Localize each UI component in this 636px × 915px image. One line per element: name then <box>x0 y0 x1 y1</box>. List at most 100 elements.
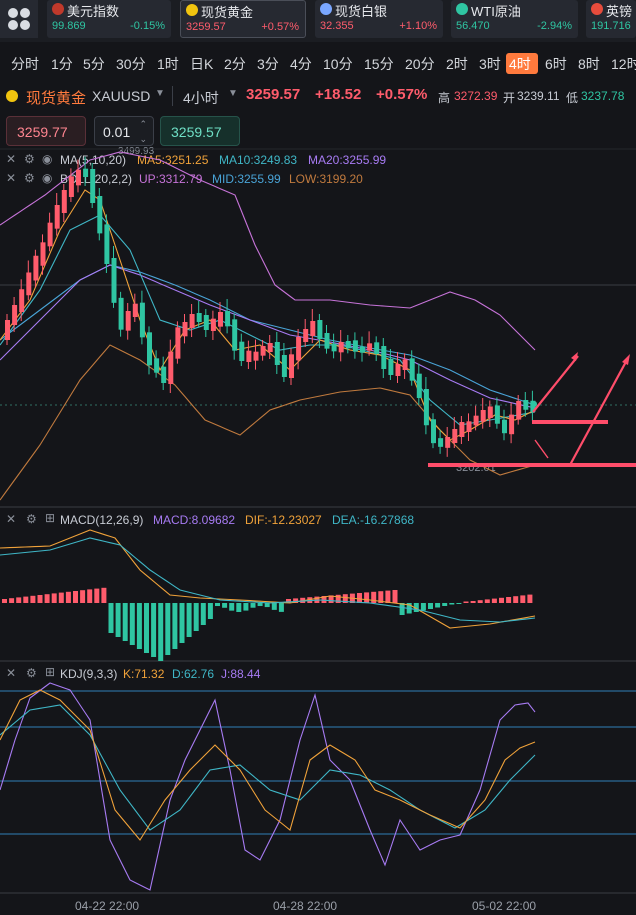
candle-body <box>402 359 408 370</box>
macd-histogram-bar <box>271 603 277 610</box>
candle-body <box>232 319 238 351</box>
macd-histogram-bar <box>58 592 64 603</box>
kdj-k-line <box>0 689 536 841</box>
macd-histogram-bar <box>215 603 220 607</box>
candle-body <box>203 315 209 330</box>
candle-body <box>47 222 53 247</box>
candle-body <box>509 414 515 435</box>
candle-body <box>452 429 458 443</box>
macd-histogram-bar <box>335 594 341 603</box>
candle-body <box>111 258 117 303</box>
macd-histogram-bar <box>456 603 462 604</box>
macd-histogram-bar <box>250 603 256 608</box>
macd-histogram-bar <box>278 603 284 612</box>
candle-body <box>118 297 124 330</box>
candle-body <box>26 272 32 296</box>
candle-body <box>494 405 500 424</box>
candle-body <box>338 342 344 353</box>
candle-body <box>168 351 174 384</box>
candle-body <box>345 341 351 349</box>
candle-body <box>267 343 273 352</box>
candle-body <box>438 438 444 447</box>
chart-canvas[interactable] <box>0 0 636 915</box>
macd-histogram-bar <box>499 597 504 603</box>
candle-body <box>97 196 103 234</box>
candle-body <box>83 168 89 177</box>
macd-histogram-bar <box>65 591 71 603</box>
candle-body <box>431 419 436 444</box>
candle-body <box>274 342 280 365</box>
macd-histogram-bar <box>144 603 149 653</box>
macd-histogram-bar <box>357 593 362 603</box>
macd-histogram-bar <box>207 603 213 619</box>
candle-body <box>218 312 223 327</box>
candle-body <box>409 358 415 381</box>
candle-body <box>68 176 74 197</box>
macd-histogram-bar <box>87 589 93 603</box>
macd-dea-line <box>0 537 536 623</box>
up-arrow-1-head-icon <box>571 352 578 361</box>
candle-body <box>296 337 302 361</box>
candle-body <box>175 327 181 359</box>
candle-body <box>76 169 81 186</box>
macd-histogram-bar <box>101 587 107 603</box>
macd-histogram-bar <box>108 603 114 633</box>
macd-histogram-bar <box>80 590 86 603</box>
candle-body <box>388 359 394 375</box>
macd-histogram-bar <box>23 596 29 603</box>
candle-body <box>260 346 266 356</box>
candle-body <box>317 320 323 339</box>
macd-histogram-bar <box>236 603 242 612</box>
kdj-j-line <box>0 682 536 891</box>
candle-body <box>154 358 160 373</box>
macd-histogram-bar <box>9 598 15 603</box>
candle-body <box>360 346 365 353</box>
candle-body <box>33 255 39 281</box>
macd-histogram-bar <box>257 603 263 607</box>
candle-body <box>487 406 493 418</box>
candle-body <box>125 311 131 331</box>
candle-body <box>253 351 259 361</box>
macd-histogram-bar <box>129 603 135 645</box>
macd-histogram-bar <box>151 603 157 657</box>
candle-body <box>54 205 60 229</box>
candle-body <box>310 321 316 336</box>
candle-body <box>331 343 337 352</box>
macd-histogram-bar <box>16 597 22 603</box>
candle-body <box>196 313 202 322</box>
macd-histogram-bar <box>94 588 100 603</box>
candle-body <box>239 341 245 361</box>
macd-histogram-bar <box>186 603 192 637</box>
candle-body <box>139 302 145 338</box>
macd-histogram-bar <box>243 603 249 611</box>
ma20-line <box>0 264 536 409</box>
candle-body <box>352 340 358 352</box>
macd-histogram-bar <box>491 598 497 603</box>
macd-histogram-bar <box>399 603 405 615</box>
candle-body <box>289 354 294 378</box>
macd-histogram-bar <box>122 603 128 641</box>
macd-dif-line <box>0 529 536 629</box>
up-arrow-2-line <box>569 357 629 466</box>
macd-histogram-bar <box>136 603 142 649</box>
candle-body <box>502 419 507 434</box>
candle-body <box>104 224 110 264</box>
macd-histogram-bar <box>51 593 57 603</box>
candle-body <box>246 350 252 362</box>
macd-histogram-bar <box>449 603 455 605</box>
macd-histogram-bar <box>477 600 483 603</box>
macd-histogram-bar <box>463 601 469 603</box>
macd-histogram-bar <box>527 594 533 603</box>
candle-body <box>161 366 167 383</box>
candle-body <box>473 415 479 426</box>
kdj-d-line <box>0 704 536 831</box>
macd-histogram-bar <box>222 603 228 608</box>
candle-body <box>445 437 451 448</box>
macd-histogram-bar <box>385 590 391 603</box>
candle-body <box>189 314 195 328</box>
candle-body <box>374 342 380 354</box>
candle-body <box>225 311 231 327</box>
candle-body <box>303 329 309 342</box>
macd-histogram-bar <box>37 595 43 603</box>
macd-histogram-bar <box>2 599 7 603</box>
